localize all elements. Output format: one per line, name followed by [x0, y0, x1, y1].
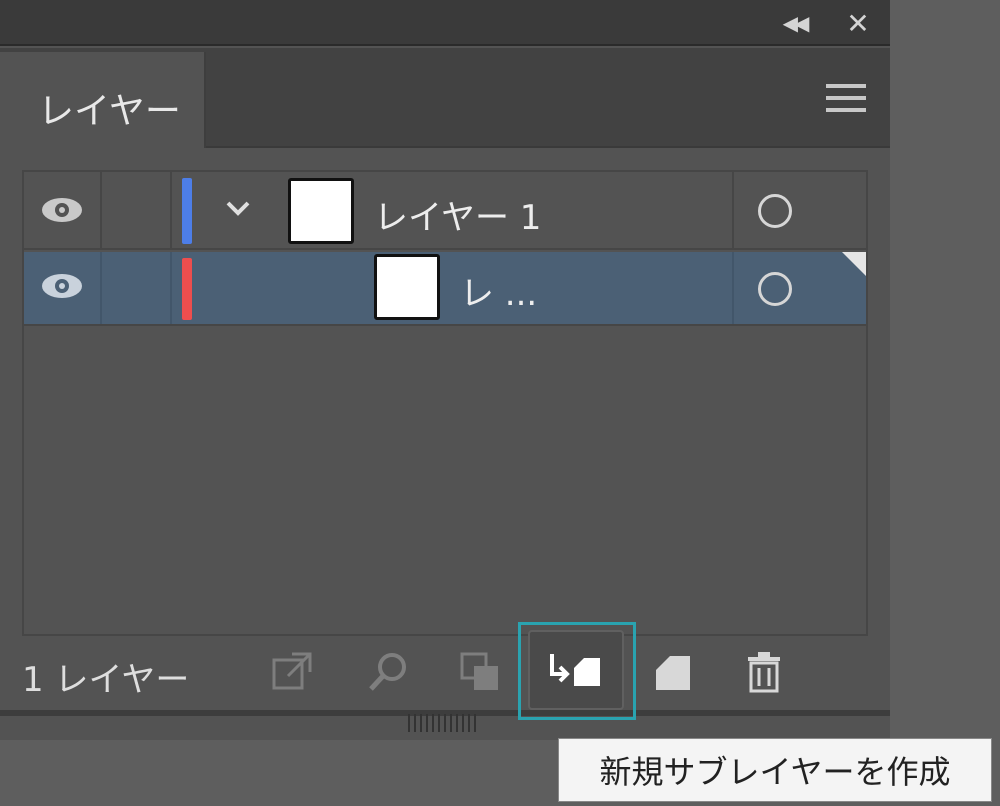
layer-name[interactable]: レイヤー 1 [374, 190, 541, 239]
sublayer-thumbnail [374, 254, 440, 320]
search-icon[interactable] [362, 646, 414, 698]
sublayer-name[interactable]: レ ... [460, 266, 537, 315]
double-chevron-left-icon[interactable]: ◀◀ [776, 8, 812, 38]
tab-layers[interactable]: レイヤー [0, 52, 206, 148]
layer-row[interactable]: レイヤー 1 [24, 172, 866, 250]
eye-icon[interactable] [40, 272, 84, 300]
new-sublayer-icon [550, 654, 600, 686]
column-divider [170, 172, 172, 248]
chevron-down-icon[interactable] [222, 192, 254, 224]
selection-corner-icon [842, 252, 866, 276]
panel-titlebar: ◀◀ ✕ [0, 0, 890, 46]
target-circle-icon[interactable] [758, 272, 792, 306]
eye-icon[interactable] [40, 196, 84, 224]
layer-thumbnail [288, 178, 354, 244]
layer-list: レイヤー 1 レ ... [22, 170, 868, 636]
export-icon[interactable] [266, 646, 318, 698]
resize-grip[interactable] [408, 714, 480, 732]
column-divider [732, 172, 734, 248]
new-layer-icon[interactable] [646, 646, 698, 698]
trash-icon[interactable] [738, 646, 790, 698]
target-circle-icon[interactable] [758, 194, 792, 228]
panel-tabbar: レイヤー [0, 48, 890, 148]
layers-panel: ◀◀ ✕ レイヤー レイヤー 1 レ ... 1 レイヤー [0, 0, 890, 740]
layer-color-indicator [182, 178, 192, 244]
clipping-mask-icon[interactable] [454, 646, 506, 698]
hamburger-menu-icon[interactable] [826, 84, 866, 114]
column-divider [170, 252, 172, 324]
close-icon[interactable]: ✕ [840, 7, 876, 40]
layer-row-selected[interactable]: レ ... [24, 252, 866, 326]
column-divider [100, 252, 102, 324]
column-divider [732, 252, 734, 324]
tab-label: レイヤー [38, 91, 181, 132]
layer-color-indicator [182, 258, 192, 320]
layer-count: 1 レイヤー [22, 660, 190, 700]
column-divider [100, 172, 102, 248]
new-sublayer-button[interactable] [528, 630, 624, 710]
tooltip: 新規サブレイヤーを作成 [558, 738, 992, 802]
